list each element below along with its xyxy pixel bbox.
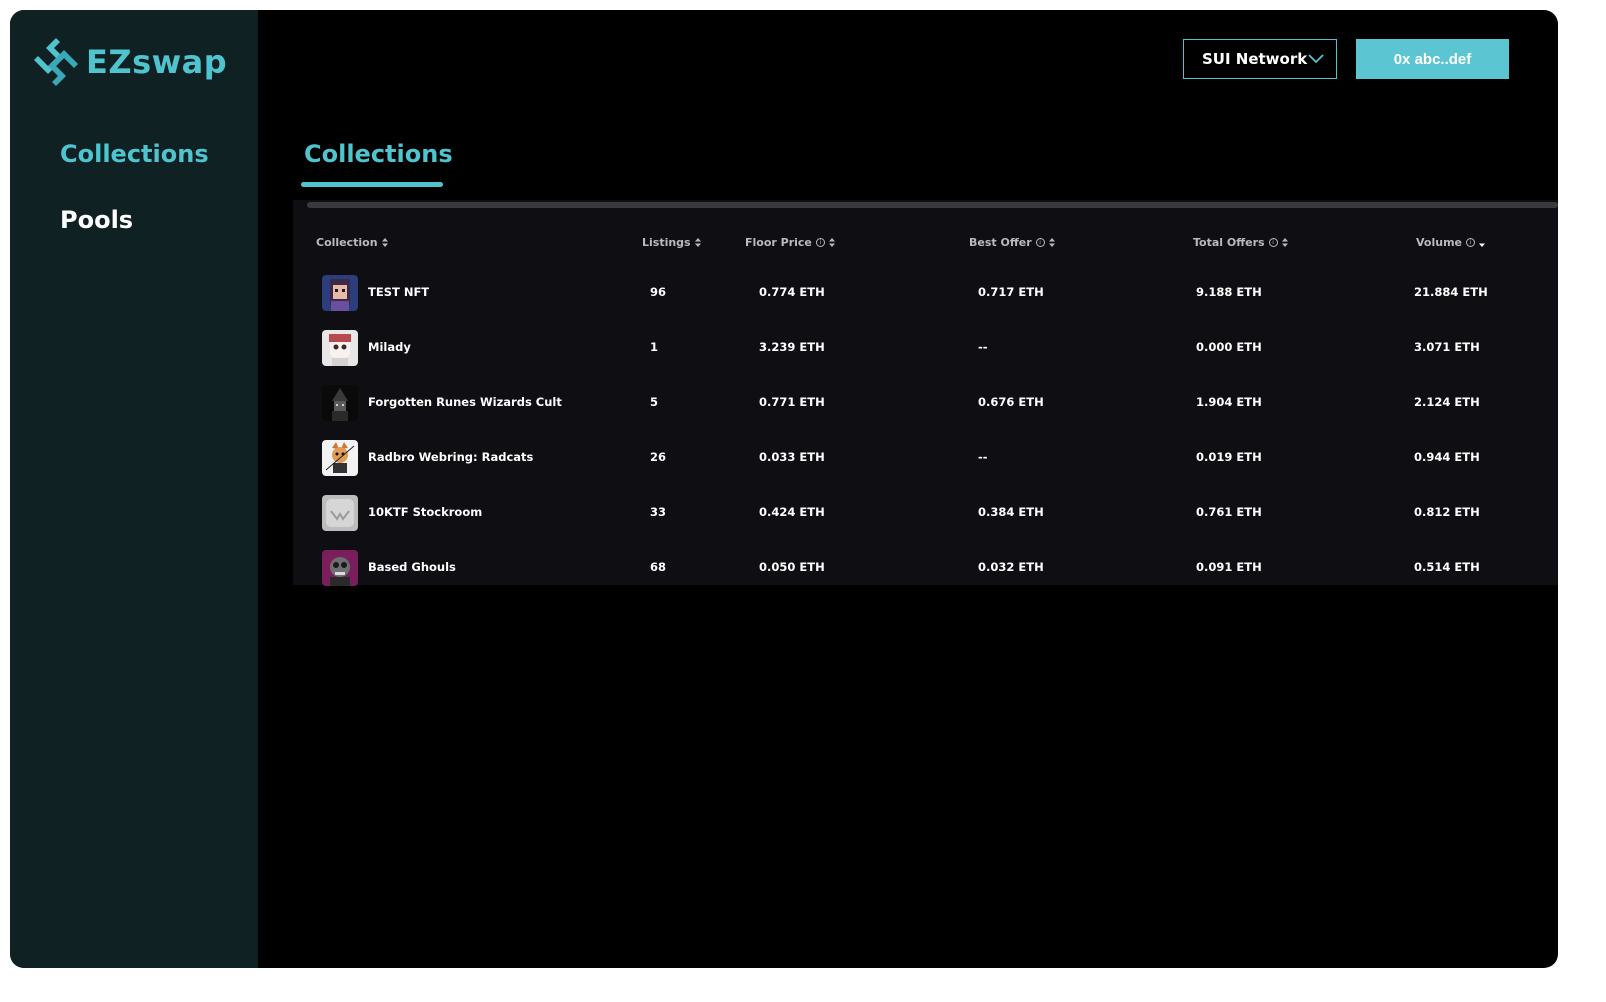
column-header-volume[interactable]: Volume i (1416, 236, 1485, 249)
collection-name[interactable]: TEST NFT (368, 272, 429, 312)
total-offers-cell: 9.188 ETH (1196, 285, 1262, 299)
total-offers-cell: 1.904 ETH (1196, 395, 1262, 409)
listings-cell: 1 (650, 340, 659, 354)
floor-price-cell: 0.774 ETH (759, 285, 825, 299)
network-select-label: SUI Network (1202, 50, 1308, 68)
chevron-down-icon (1308, 54, 1324, 64)
volume-cell: 0.812 ETH (1414, 505, 1480, 519)
pixel-girl-avatar (322, 275, 358, 311)
listings-cell: 5 (650, 395, 659, 409)
best-offer-cell: 0.032 ETH (978, 560, 1044, 574)
sidebar-item-collections[interactable]: Collections (60, 140, 209, 168)
wallet-button[interactable]: 0x abc..def (1356, 39, 1509, 79)
info-icon[interactable]: i (815, 238, 825, 247)
best-offer-cell: -- (978, 340, 988, 354)
column-header-listings[interactable]: Listings (642, 236, 701, 249)
column-header-total-offers[interactable]: Total Offers i (1193, 236, 1288, 249)
best-offer-cell: -- (978, 450, 988, 464)
listings-cell: 96 (650, 285, 667, 299)
milady-avatar (322, 330, 358, 366)
total-offers-cell: 0.091 ETH (1196, 560, 1262, 574)
best-offer-cell: 0.676 ETH (978, 395, 1044, 409)
main-content: SUI Network 0x abc..def Collections Coll… (258, 10, 1558, 968)
best-offer-cell: 0.384 ETH (978, 505, 1044, 519)
table-row[interactable]: Radbro Webring: Radcats 26 0.033 ETH -- … (293, 437, 1558, 492)
sort-icon (694, 238, 701, 247)
info-icon[interactable]: i (1268, 238, 1278, 247)
table-row[interactable]: 10KTF Stockroom 33 0.424 ETH 0.384 ETH 0… (293, 492, 1558, 547)
collection-name[interactable]: Radbro Webring: Radcats (368, 437, 533, 477)
logo[interactable]: EZswap (34, 38, 227, 86)
collection-name[interactable]: Milady (368, 327, 411, 367)
floor-price-cell: 3.239 ETH (759, 340, 825, 354)
volume-cell: 0.514 ETH (1414, 560, 1480, 574)
column-header-best-offer[interactable]: Best Offer i (969, 236, 1055, 249)
table-row[interactable]: Milady 1 3.239 ETH -- 0.000 ETH 3.071 ET… (293, 327, 1558, 382)
sort-icon (1048, 238, 1055, 247)
best-offer-cell: 0.717 ETH (978, 285, 1044, 299)
wizard-avatar (322, 385, 358, 421)
floor-price-cell: 0.424 ETH (759, 505, 825, 519)
collections-table: Collection Listings Floor Price i Best O… (293, 200, 1558, 586)
collection-name[interactable]: Based Ghouls (368, 547, 456, 587)
floor-price-cell: 0.771 ETH (759, 395, 825, 409)
total-offers-cell: 0.000 ETH (1196, 340, 1262, 354)
column-header-floor-price[interactable]: Floor Price i (745, 236, 835, 249)
listings-cell: 26 (650, 450, 667, 464)
collection-name[interactable]: Forgotten Runes Wizards Cult (368, 382, 562, 422)
total-offers-cell: 0.019 ETH (1196, 450, 1262, 464)
sort-icon (1281, 238, 1288, 247)
volume-cell: 3.071 ETH (1414, 340, 1480, 354)
listings-cell: 33 (650, 505, 667, 519)
volume-cell: 2.124 ETH (1414, 395, 1480, 409)
sidebar-nav: Collections Pools (60, 140, 209, 272)
collection-name[interactable]: 10KTF Stockroom (368, 492, 482, 532)
sort-desc-icon (1479, 243, 1485, 247)
app-window: EZswap Collections Pools SUI Network 0x … (10, 10, 1558, 968)
ezswap-logo-icon (34, 38, 78, 86)
tab-collections[interactable]: Collections (304, 140, 453, 168)
sort-icon (828, 238, 835, 247)
table-row[interactable]: Forgotten Runes Wizards Cult 5 0.771 ETH… (293, 382, 1558, 437)
sidebar-item-pools[interactable]: Pools (60, 206, 209, 234)
floor-price-cell: 0.033 ETH (759, 450, 825, 464)
network-select[interactable]: SUI Network (1183, 39, 1337, 79)
volume-cell: 0.944 ETH (1414, 450, 1480, 464)
logo-text: EZswap (86, 43, 228, 81)
total-offers-cell: 0.761 ETH (1196, 505, 1262, 519)
sidebar: EZswap Collections Pools (10, 10, 258, 968)
volume-cell: 21.884 ETH (1414, 285, 1488, 299)
table-row[interactable]: Based Ghouls 68 0.050 ETH 0.032 ETH 0.09… (293, 547, 1558, 602)
radcat-avatar (322, 440, 358, 476)
tab-active-indicator (301, 182, 443, 187)
info-icon[interactable]: i (1035, 238, 1045, 247)
ghoul-avatar (322, 550, 358, 586)
table-row[interactable]: TEST NFT 96 0.774 ETH 0.717 ETH 9.188 ET… (293, 272, 1558, 327)
sort-icon (381, 238, 388, 247)
info-icon[interactable]: i (1466, 238, 1475, 247)
listings-cell: 68 (650, 560, 667, 574)
table-scrollbar[interactable] (307, 202, 1558, 208)
stockroom-avatar (322, 495, 358, 531)
column-header-collection[interactable]: Collection (316, 236, 388, 249)
floor-price-cell: 0.050 ETH (759, 560, 825, 574)
